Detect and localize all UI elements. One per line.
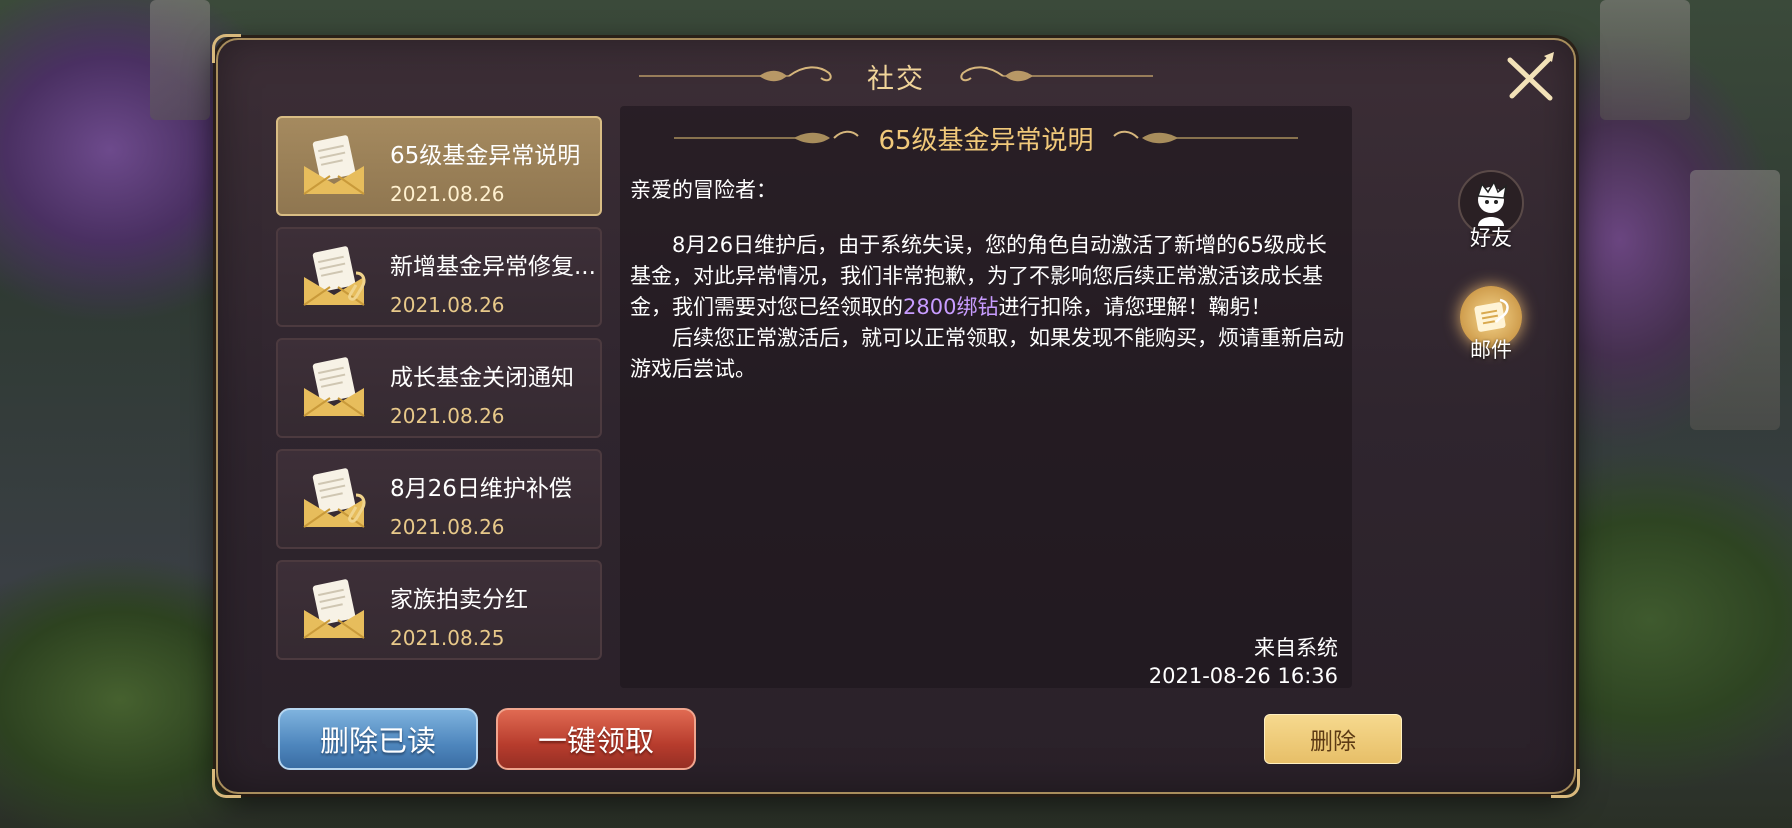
close-x-icon — [1507, 52, 1554, 101]
mail-list-item[interactable]: 65级基金异常说明 2021.08.26 — [276, 116, 602, 216]
envelope-icon — [303, 357, 365, 417]
heading-ornament-left-icon — [674, 130, 860, 144]
mail-paragraph: 后续您正常激活后，就可以正常领取，如果发现不能购买，烦请重新启动游戏后尝试。 — [630, 326, 1344, 381]
panel-corner-ornament — [212, 769, 241, 798]
tab-friends[interactable]: 好友 — [1456, 170, 1526, 252]
bg-pillar-right — [1600, 0, 1690, 120]
close-button[interactable] — [1500, 48, 1560, 108]
mail-content-pane: 65级基金异常说明 亲爱的冒险者： 8月26日维护后，由于系统失误，您的角色自动… — [620, 106, 1352, 688]
panel-header: 社交 — [218, 56, 1574, 96]
social-panel: 社交 65级基金异常说明 2021.08.26 新增基金异常修复... 2021… — [212, 34, 1580, 798]
mail-item-title: 65级基金异常说明 — [390, 143, 581, 169]
mail-sender: 来自系统 — [1254, 636, 1338, 660]
title-ornament-left-icon — [639, 66, 832, 82]
delete-button[interactable]: 删除 — [1264, 714, 1402, 764]
mail-item-date: 2021.08.26 — [390, 404, 505, 428]
envelope-icon — [303, 579, 365, 639]
mail-item-date: 2021.08.25 — [390, 626, 505, 650]
envelope-with-attachment-icon — [303, 468, 366, 528]
mail-paragraph: 8月26日维护后，由于系统失误，您的角色自动激活了新增的65级成长基金，对此异常… — [630, 230, 1344, 323]
mail-item-title: 8月26日维护补偿 — [390, 476, 572, 502]
envelope-with-attachment-icon — [303, 246, 366, 306]
tab-mail-label: 邮件 — [1470, 338, 1512, 362]
mail-body: 8月26日维护后，由于系统失误，您的角色自动激活了新增的65级成长基金，对此异常… — [630, 230, 1344, 385]
mail-list: 65级基金异常说明 2021.08.26 新增基金异常修复... 2021.08… — [276, 116, 602, 671]
tab-mail[interactable]: 邮件 — [1456, 286, 1526, 364]
mail-timestamp: 2021-08-26 16:36 — [1148, 664, 1338, 688]
mail-item-date: 2021.08.26 — [390, 293, 505, 317]
mail-item-title: 成长基金关闭通知 — [390, 365, 574, 391]
mail-list-item[interactable]: 8月26日维护补偿 2021.08.26 — [276, 449, 602, 549]
mail-highlight-text: 2800绑钻 — [903, 295, 999, 319]
mail-item-title: 新增基金异常修复... — [390, 254, 596, 280]
mail-item-date: 2021.08.26 — [390, 182, 505, 206]
title-ornament-right-icon — [960, 66, 1153, 82]
delete-read-button[interactable]: 删除已读 — [278, 708, 478, 770]
mail-content-header: 65级基金异常说明 — [620, 120, 1352, 156]
mail-list-item[interactable]: 新增基金异常修复... 2021.08.26 — [276, 227, 602, 327]
mail-content-title: 65级基金异常说明 — [878, 125, 1094, 156]
envelope-icon — [303, 135, 365, 195]
bg-pillar-left — [150, 0, 210, 120]
mail-text: 进行扣除，请您理解！鞠躬！ — [998, 295, 1272, 319]
mail-list-item[interactable]: 成长基金关闭通知 2021.08.26 — [276, 338, 602, 438]
tab-friends-label: 好友 — [1470, 226, 1512, 250]
bg-pillar-right-lower — [1690, 170, 1780, 430]
heading-ornament-right-icon — [1112, 130, 1298, 144]
mail-item-title: 家族拍卖分红 — [390, 587, 528, 613]
mail-list-item[interactable]: 家族拍卖分红 2021.08.25 — [276, 560, 602, 660]
panel-title: 社交 — [867, 63, 925, 95]
mail-item-date: 2021.08.26 — [390, 515, 505, 539]
panel-corner-ornament — [1551, 769, 1580, 798]
claim-all-button[interactable]: 一键领取 — [496, 708, 696, 770]
mail-greeting: 亲爱的冒险者： — [630, 178, 777, 202]
